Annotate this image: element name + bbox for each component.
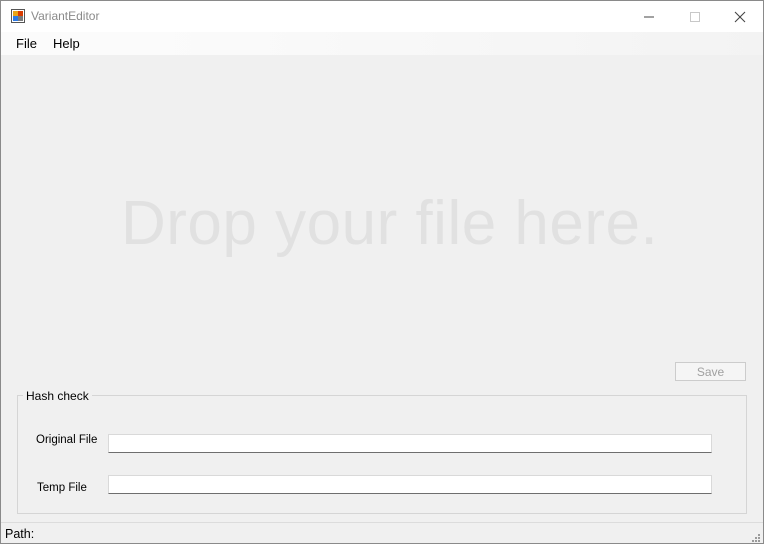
title-bar[interactable]: VariantEditor (1, 1, 763, 32)
close-icon (734, 11, 746, 22)
hash-check-title: Hash check (23, 389, 92, 403)
original-file-label: Original File (36, 434, 98, 446)
main-window: VariantEditor File Help Drop your file h… (0, 0, 764, 544)
status-bar: Path: (1, 522, 763, 543)
minimize-button[interactable] (626, 1, 672, 32)
maximize-button[interactable] (672, 1, 718, 32)
close-button[interactable] (717, 1, 763, 32)
hash-check-group (17, 395, 747, 514)
save-button[interactable]: Save (675, 362, 746, 381)
minimize-icon (644, 16, 654, 17)
maximize-icon (690, 11, 700, 22)
menu-bar: File Help (1, 32, 763, 55)
temp-file-field[interactable] (108, 475, 712, 494)
temp-file-label: Temp File (37, 482, 87, 494)
status-path-label: Path: (5, 527, 35, 541)
resize-grip-icon[interactable] (749, 531, 761, 543)
original-file-field[interactable] (108, 434, 712, 453)
menu-help[interactable]: Help (51, 36, 82, 51)
drop-zone-hint[interactable]: Drop your file here. (121, 188, 681, 259)
menu-file[interactable]: File (14, 36, 39, 51)
app-icon (11, 9, 25, 23)
window-title: VariantEditor (31, 9, 100, 23)
